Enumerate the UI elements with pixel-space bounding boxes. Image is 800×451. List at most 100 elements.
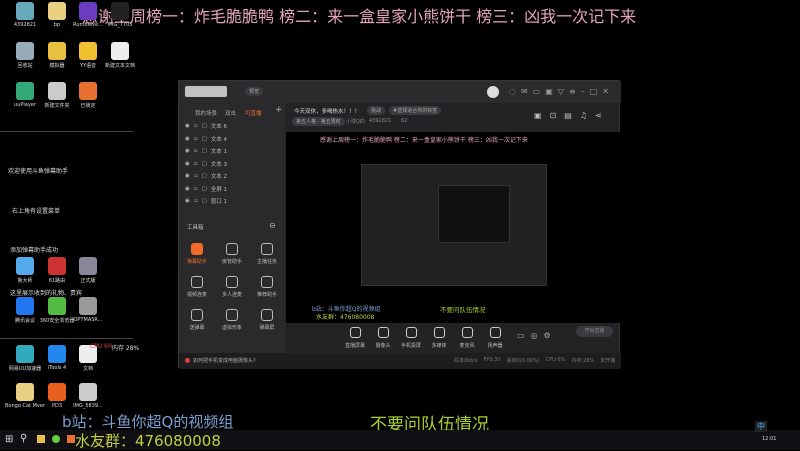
scene-item[interactable]: ◉ ▫ ▢ 文本 6 bbox=[185, 122, 227, 130]
tip-icon bbox=[185, 358, 190, 363]
chat-line: 添加弹幕助手成功 bbox=[10, 247, 59, 254]
lock-icon[interactable]: ▫ bbox=[194, 161, 198, 167]
tab-double-click[interactable]: 双击 bbox=[225, 109, 236, 117]
scene-item[interactable]: ◉ ▫ ▢ 文本 4 bbox=[185, 135, 227, 143]
toolbox-title: 工具箱 bbox=[187, 225, 204, 231]
tool-item[interactable]: 弹幕屏 bbox=[252, 309, 282, 331]
source-icon: ▢ bbox=[201, 160, 207, 167]
control-icon bbox=[349, 327, 361, 338]
desktop-icon-label: 正式版 bbox=[80, 278, 96, 284]
scene-label: 全屏 1 bbox=[210, 186, 227, 193]
window-controls[interactable]: ◌✉▭▣▽≡–□✕ bbox=[509, 87, 614, 96]
tool-label: 主播任务 bbox=[256, 259, 277, 265]
scene-label: 窗口 1 bbox=[210, 199, 227, 205]
ime-indicator[interactable]: 中 bbox=[755, 421, 767, 432]
category-tag[interactable]: 挑战 bbox=[367, 106, 386, 115]
tip-link[interactable]: 如何把手机变成电脑摄像头? bbox=[193, 357, 256, 364]
lock-icon[interactable]: ▫ bbox=[194, 123, 198, 129]
tool-icon bbox=[226, 243, 238, 255]
tool-item[interactable]: 多人连麦 bbox=[217, 276, 247, 298]
room-tools[interactable]: ▣⊡▤♫⋖ bbox=[534, 111, 610, 120]
control-button[interactable]: 扬声器 bbox=[479, 327, 511, 349]
lock-icon[interactable]: ▫ bbox=[194, 148, 198, 154]
more-icon[interactable]: ⊖ bbox=[269, 221, 276, 230]
lock-icon[interactable]: ▫ bbox=[194, 173, 198, 179]
eye-icon[interactable]: ◉ bbox=[185, 136, 190, 142]
tool-label: 视频连麦 bbox=[186, 292, 207, 298]
lock-icon[interactable]: ▫ bbox=[194, 198, 198, 204]
status-bar: 如何把手机变成电脑摄像头? 码率0kb/s FPS:30 丢帧0(0.00%) CPU… bbox=[179, 353, 621, 369]
game-category[interactable]: 第五人格 · 第五限时 bbox=[292, 117, 345, 126]
scene-item[interactable]: ◉ ▫ ▢ 窗口 1 bbox=[185, 197, 227, 205]
tool-label: 推荐助手 bbox=[256, 292, 277, 298]
tool-item[interactable]: 虚拟形象 bbox=[217, 309, 247, 331]
source-icon: ▢ bbox=[201, 198, 207, 204]
control-icon bbox=[433, 327, 445, 338]
desktop-icon-image bbox=[16, 345, 34, 363]
lock-icon[interactable]: ▫ bbox=[194, 186, 198, 192]
desktop-icon[interactable]: 正式版 bbox=[68, 257, 108, 284]
divider bbox=[0, 131, 133, 132]
cpu-readout: CPU 6% bbox=[90, 343, 114, 350]
eye-icon[interactable]: ◉ bbox=[185, 123, 190, 129]
tool-icon bbox=[261, 276, 273, 288]
desktop-icon[interactable]: 新建文本文档 bbox=[100, 42, 140, 69]
qq-group-overlay: 水友群：476080008 bbox=[75, 432, 221, 450]
lock-icon[interactable]: ▫ bbox=[194, 136, 198, 142]
stream-preview: 感谢上周榜一：炸毛脆脆鸭 榜二：来一盒皇家小熊饼干 榜三：凶我一次记下来 b站：… bbox=[286, 132, 621, 323]
tool-item[interactable]: 推荐助手 bbox=[252, 276, 282, 298]
tool-item[interactable]: 弹幕助手 bbox=[182, 243, 212, 265]
desktop-icon[interactable]: IMG_7705 bbox=[100, 2, 140, 28]
tool-label: 送弹幕 bbox=[189, 325, 205, 331]
clock[interactable]: 12:01 bbox=[762, 436, 776, 442]
control-icon bbox=[461, 327, 473, 338]
desktop-icon-label: IMG_7705 bbox=[107, 22, 133, 28]
tag-selector[interactable]: #选择适合你的标签 bbox=[389, 106, 442, 115]
scene-item[interactable]: ◉ ▫ ▢ 全屏 1 bbox=[185, 185, 227, 193]
scene-item[interactable]: ◉ ▫ ▢ 文本 1 bbox=[185, 147, 227, 155]
tool-item[interactable]: 视频连麦 bbox=[182, 276, 212, 298]
avatar[interactable] bbox=[487, 86, 499, 98]
hot-count: 62 bbox=[401, 118, 408, 124]
browser-icon[interactable] bbox=[52, 435, 60, 443]
desktop-icon[interactable]: 已锁定 bbox=[68, 82, 108, 109]
desktop-icon-image bbox=[79, 2, 97, 20]
title-bar: 预览 ◌✉▭▣▽≡–□✕ bbox=[179, 81, 621, 103]
explorer-icon[interactable] bbox=[37, 435, 45, 443]
desktop-icon-image bbox=[79, 42, 97, 60]
tool-icon bbox=[261, 243, 273, 255]
extra-controls[interactable]: ▭◎⚙ bbox=[517, 331, 557, 340]
desktop-icon[interactable]: IMG_5839... bbox=[68, 383, 108, 409]
eye-icon[interactable]: ◉ bbox=[185, 148, 190, 154]
tab-my-scenes[interactable]: 我的场景 bbox=[195, 109, 217, 117]
scene-item[interactable]: ◉ ▫ ▢ 文本 2 bbox=[185, 172, 227, 180]
preview-badge[interactable]: 预览 bbox=[245, 87, 264, 96]
eye-icon[interactable]: ◉ bbox=[185, 198, 190, 204]
eye-icon[interactable]: ◉ bbox=[185, 173, 190, 179]
desktop-icon-image bbox=[16, 2, 34, 20]
chat-line: 欢迎使用斗鱼弹幕助手 bbox=[8, 168, 69, 175]
source-icon: ▢ bbox=[201, 135, 207, 142]
desktop-icon[interactable]: OPTMASR... bbox=[68, 297, 108, 323]
source-icon: ▢ bbox=[201, 148, 207, 154]
start-live-button[interactable]: 开始直播 bbox=[576, 326, 613, 337]
tool-icon bbox=[261, 309, 273, 321]
eye-icon[interactable]: ◉ bbox=[185, 161, 190, 167]
tool-item[interactable]: 送弹幕 bbox=[182, 309, 212, 331]
source-icon: ▢ bbox=[201, 173, 207, 179]
source-icon: ▢ bbox=[201, 123, 207, 129]
eye-icon[interactable]: ◉ bbox=[185, 186, 190, 192]
preview-banner: 感谢上周榜一：炸毛脆脆鸭 榜二：来一盒皇家小熊饼干 榜三：凶我一次记下来 bbox=[320, 137, 528, 144]
app-icon[interactable] bbox=[67, 435, 75, 443]
scene-label: 文本 3 bbox=[210, 161, 227, 168]
scene-item[interactable]: ◉ ▫ ▢ 文本 3 bbox=[185, 160, 227, 168]
tool-label: 弹幕屏 bbox=[259, 325, 275, 331]
search-icon[interactable]: ⚲ bbox=[20, 433, 27, 444]
tool-item[interactable]: 主播任务 bbox=[252, 243, 282, 265]
start-icon[interactable]: ⊞ bbox=[5, 434, 13, 445]
tab-live[interactable]: 可直播 bbox=[245, 109, 262, 117]
add-scene-button[interactable]: + bbox=[275, 105, 283, 115]
tool-item[interactable]: 房管助手 bbox=[217, 243, 247, 265]
room-label: 小球Q的 bbox=[346, 119, 365, 125]
room-title[interactable]: 今天双休，多喝热水！！！ bbox=[294, 107, 360, 115]
